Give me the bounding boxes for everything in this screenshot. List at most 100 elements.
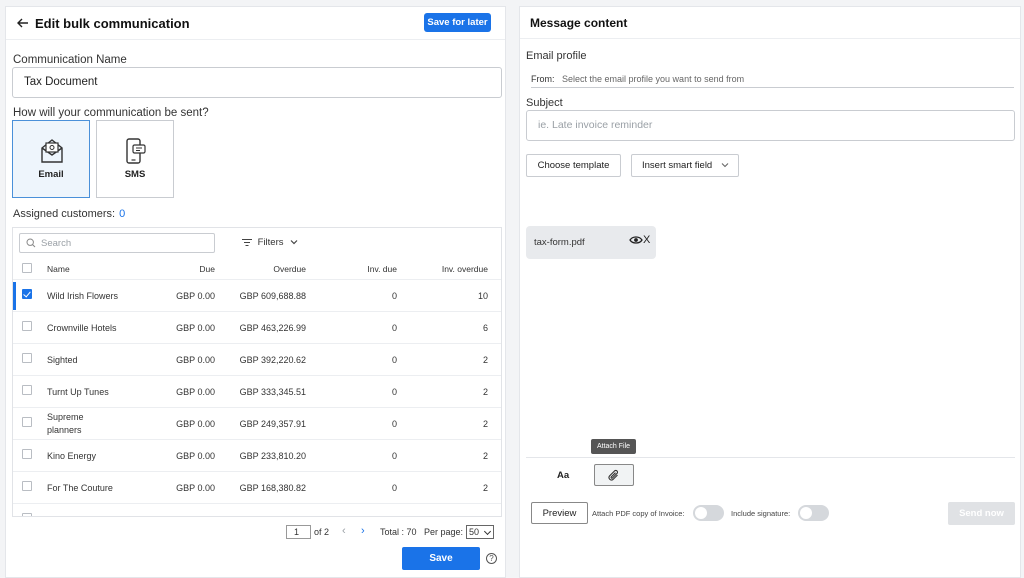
- row-selected-indicator: [13, 282, 16, 310]
- from-label: From:: [531, 74, 555, 84]
- mode-sms-option[interactable]: SMS: [96, 120, 174, 198]
- prev-page-icon[interactable]: ‹: [342, 525, 346, 537]
- cell-overdue: GBP 392,220.62: [239, 355, 306, 365]
- table-row[interactable]: Wild Irish Flowers GBP 0.00 GBP 609,688.…: [13, 279, 501, 311]
- from-placeholder: Select the email profile you want to sen…: [562, 74, 745, 84]
- search-input[interactable]: Search: [19, 233, 215, 253]
- row-checkbox[interactable]: [22, 353, 32, 363]
- table-row-partial[interactable]: [13, 503, 501, 516]
- col-due: Due: [199, 264, 215, 274]
- message-content-panel: Message content Email profile From: Sele…: [519, 6, 1021, 578]
- next-page-icon[interactable]: ›: [361, 525, 365, 537]
- assigned-customers: Assigned customers: 0: [13, 208, 125, 220]
- cell-inv-due: 0: [391, 387, 397, 397]
- row-checkbox[interactable]: [22, 417, 32, 427]
- communication-name-label: Communication Name: [13, 54, 127, 66]
- save-button[interactable]: Save: [402, 547, 480, 570]
- col-inv-due: Inv. due: [367, 264, 397, 274]
- preview-button[interactable]: Preview: [531, 502, 588, 524]
- communication-name-input[interactable]: Tax Document: [12, 67, 502, 98]
- save-for-later-button[interactable]: Save for later: [424, 13, 491, 32]
- per-page-label: Per page:: [424, 527, 464, 537]
- cell-inv-due: 0: [391, 355, 397, 365]
- page-count: of 2: [314, 527, 330, 537]
- insert-smart-field-label: Insert smart field: [642, 160, 713, 171]
- subject-input[interactable]: ie. Late invoice reminder: [526, 110, 1015, 141]
- back-arrow-icon[interactable]: [16, 16, 30, 30]
- send-now-button[interactable]: Send now: [948, 502, 1015, 525]
- row-checkbox[interactable]: [22, 481, 32, 491]
- table-row[interactable]: Sighted GBP 0.00 GBP 392,220.62 0 2: [13, 343, 501, 375]
- attach-pdf-label: Attach PDF copy of Invoice:: [592, 509, 685, 518]
- table-row[interactable]: For The Couture GBP 0.00 GBP 168,380.82 …: [13, 471, 501, 503]
- search-placeholder: Search: [41, 238, 72, 249]
- chevron-down-icon: [290, 240, 298, 245]
- col-overdue: Overdue: [273, 264, 306, 274]
- app-root: Edit bulk communication Save for later C…: [0, 0, 1024, 578]
- filters-dropdown[interactable]: Filters: [242, 237, 298, 248]
- customers-table: Search Filters Name Due Overdue Inv. due…: [12, 227, 502, 517]
- row-checkbox[interactable]: [22, 385, 32, 395]
- cell-inv-overdue: 2: [482, 483, 488, 493]
- editor-toolbar-divider: [526, 457, 1015, 458]
- cell-overdue: GBP 463,226.99: [239, 323, 306, 333]
- cell-inv-overdue: 2: [482, 419, 488, 429]
- filters-label: Filters: [257, 237, 284, 248]
- cell-inv-due: 0: [391, 451, 397, 461]
- attach-file-button[interactable]: [594, 464, 634, 486]
- message-content-title: Message content: [530, 16, 628, 30]
- cell-inv-overdue: 2: [482, 355, 488, 365]
- cell-name: Sighted: [47, 355, 78, 365]
- page-title: Edit bulk communication: [35, 16, 190, 31]
- help-icon[interactable]: ?: [486, 553, 497, 564]
- sms-icon: [126, 138, 146, 164]
- table-row[interactable]: Kino Energy GBP 0.00 GBP 233,810.20 0 2: [13, 439, 501, 471]
- cell-inv-due: 0: [391, 291, 397, 301]
- per-page-select[interactable]: 50: [466, 525, 494, 539]
- cell-overdue: GBP 333,345.51: [239, 387, 306, 397]
- include-signature-toggle[interactable]: [798, 505, 829, 521]
- page-number-input[interactable]: 1: [286, 525, 311, 539]
- total-count: Total : 70: [380, 527, 417, 537]
- row-checkbox[interactable]: [22, 513, 32, 516]
- attach-file-tooltip: Attach File: [591, 439, 636, 454]
- cell-inv-overdue: 10: [477, 291, 488, 301]
- table-row[interactable]: Supreme planners GBP 0.00 GBP 249,357.91…: [13, 407, 501, 439]
- choose-template-button[interactable]: Choose template: [526, 154, 621, 177]
- col-name: Name: [47, 264, 70, 274]
- cell-name: Kino Energy: [47, 451, 97, 461]
- row-checkbox[interactable]: [22, 289, 32, 299]
- pagination: 1 of 2 ‹ › Total : 70 Per page: 50: [286, 525, 506, 540]
- cell-overdue: GBP 249,357.91: [239, 419, 306, 429]
- cell-inv-overdue: 2: [482, 451, 488, 461]
- col-inv-overdue: Inv. overdue: [441, 264, 488, 274]
- cell-inv-overdue: 2: [482, 387, 488, 397]
- email-icon: [41, 139, 63, 163]
- font-format-button[interactable]: Aa: [557, 470, 569, 481]
- email-profile-label: Email profile: [526, 50, 587, 62]
- insert-smart-field-dropdown[interactable]: Insert smart field: [631, 154, 739, 177]
- mode-email-option[interactable]: Email: [12, 120, 90, 198]
- row-checkbox[interactable]: [22, 449, 32, 459]
- cell-inv-due: 0: [391, 483, 397, 493]
- eye-icon[interactable]: [629, 235, 643, 245]
- mode-email-label: Email: [38, 169, 64, 180]
- email-profile-select[interactable]: From: Select the email profile you want …: [531, 74, 1014, 88]
- cell-name: Supreme planners: [47, 412, 84, 435]
- cell-due: GBP 0.00: [176, 483, 215, 493]
- select-all-checkbox[interactable]: [22, 263, 32, 273]
- row-checkbox[interactable]: [22, 321, 32, 331]
- table-row[interactable]: Turnt Up Tunes GBP 0.00 GBP 333,345.51 0…: [13, 375, 501, 407]
- remove-attachment-icon[interactable]: X: [643, 234, 650, 246]
- cell-name: Wild Irish Flowers: [47, 291, 119, 301]
- cell-inv-overdue: 6: [482, 323, 488, 333]
- filter-icon: [242, 238, 252, 246]
- cell-name: Crownville Hotels: [47, 323, 117, 333]
- attachment-name: tax-form.pdf: [534, 237, 585, 248]
- table-row[interactable]: Crownville Hotels GBP 0.00 GBP 463,226.9…: [13, 311, 501, 343]
- cell-overdue: GBP 233,810.20: [239, 451, 306, 461]
- cell-name: Turnt Up Tunes: [47, 387, 109, 397]
- attach-pdf-toggle[interactable]: [693, 505, 724, 521]
- cell-due: GBP 0.00: [176, 323, 215, 333]
- right-header: Message content: [520, 7, 1020, 39]
